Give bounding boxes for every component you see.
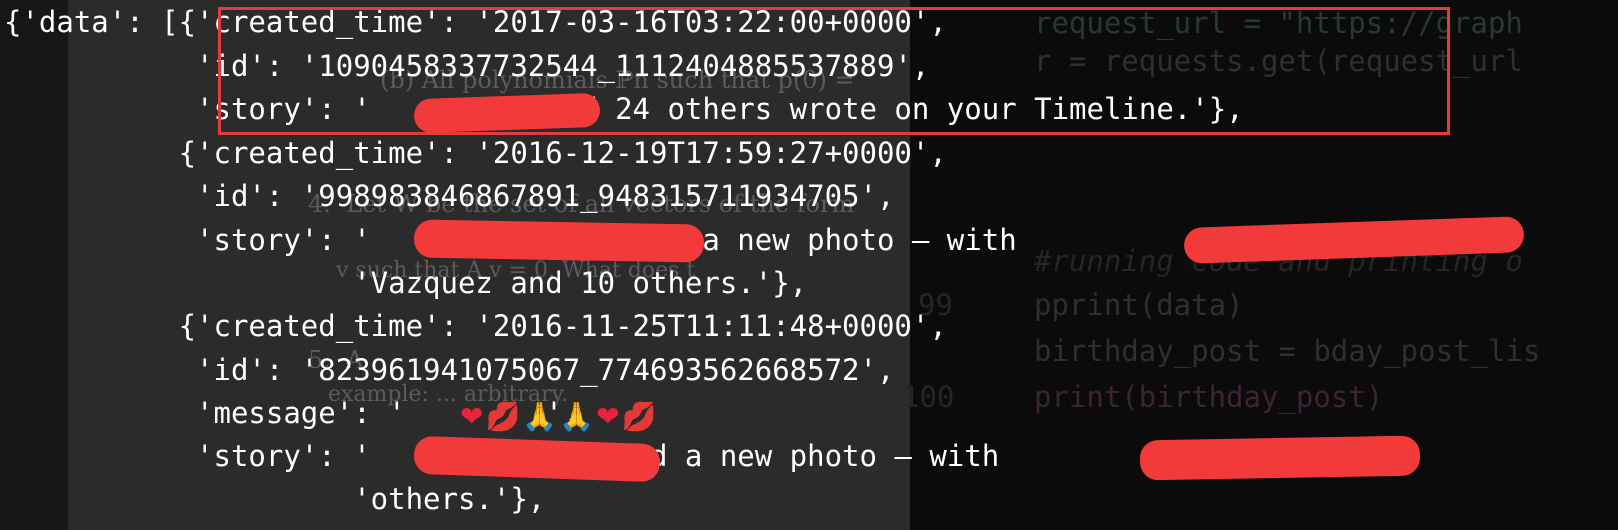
terminal-line-12: 'others.'}, [4,482,546,516]
code-linenum-100: 100 [902,380,955,414]
folded-hands-icon: 🙏 [559,400,595,433]
kiss-mark-icon: 💋 [485,400,521,433]
terminal-line-8: {'created_time': '2016-11-25T11:11:48+00… [4,309,947,343]
code-line-birthday-post: birthday_post = bday_post_lis [1034,334,1541,368]
folded-hands-icon: 🙏 [522,400,558,433]
red-heart-icon: ❤ [460,400,484,433]
redaction-name-5 [1139,435,1421,481]
highlight-box-first-record [218,7,1450,135]
terminal-line-9: 'id': '823961941075067_774693562668572', [4,353,895,387]
kiss-mark-icon: 💋 [621,400,657,433]
terminal-line-5: 'id': '998983846867891_948315711934705', [4,179,895,213]
code-line-print: print(birthday_post) [1034,380,1384,414]
terminal-line-7: 'Vazquez and 10 others.'}, [4,266,808,300]
message-emoji-group: ❤💋🙏🙏❤💋 [460,400,658,433]
terminal-line-4: {'created_time': '2016-12-19T17:59:27+00… [4,136,947,170]
red-heart-icon: ❤ [596,400,620,433]
code-line-pprint: pprint(data) [1034,288,1244,322]
redaction-name-2 [413,219,705,263]
